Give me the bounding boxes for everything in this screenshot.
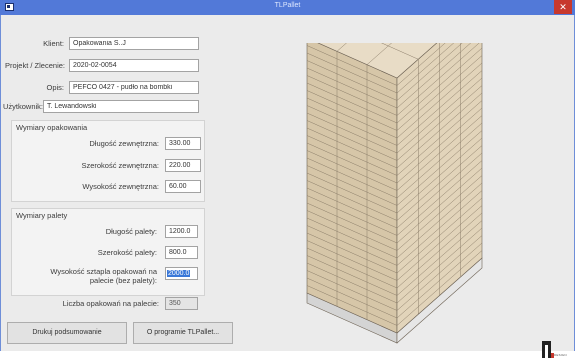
szerokosc-zewn-field[interactable] [165, 159, 201, 172]
projekt-field[interactable] [69, 59, 199, 72]
uzytkownik-field[interactable] [43, 100, 199, 113]
logo-mark-icon [542, 341, 551, 358]
drukuj-podsumowanie-button[interactable]: Drukuj podsumowanie [7, 322, 127, 344]
pallet-3d-render [306, 43, 483, 344]
dlugosc-palety-field[interactable] [165, 225, 198, 238]
logo-text: DESIGN [554, 353, 567, 357]
szerokosc-palety-field[interactable] [165, 246, 198, 259]
wysokosc-sztapla-label: Wysokość sztapla opakowań na palecie (be… [21, 267, 157, 285]
render-root [306, 43, 483, 344]
dlugosc-palety-label: Długość palety: [105, 227, 157, 236]
dlugosc-zewn-field[interactable] [165, 137, 201, 150]
close-button[interactable]: ✕ [554, 0, 572, 14]
main-window: Klient: Projekt / Zlecenie: Opis: Użytko… [0, 15, 575, 358]
liczba-opakowan-label: Liczba opakowań na palecie: [62, 299, 159, 308]
opis-field[interactable] [69, 81, 199, 94]
klient-label: Klient: [43, 39, 64, 48]
uzytkownik-label: Użytkownik: [3, 102, 44, 111]
wymiary-palety-title: Wymiary palety [16, 211, 68, 220]
szerokosc-palety-label: Szerokość palety: [97, 248, 157, 257]
wymiary-opakowania-title: Wymiary opakowania [16, 123, 88, 132]
wysokosc-sztapla-selected-text: 2000.0 [167, 270, 191, 277]
o-programie-button[interactable]: O programie TLPallet... [133, 322, 233, 344]
opis-label: Opis: [46, 83, 64, 92]
wysokosc-sztapla-field[interactable]: 2000.0 [165, 267, 198, 280]
wysokosc-zewn-field[interactable] [165, 180, 201, 193]
wysokosc-sztapla-label-line2: palecie (bez palety): [89, 276, 157, 285]
klient-field[interactable] [69, 37, 199, 50]
design-logo: DESIGN [542, 341, 568, 359]
szerokosc-zewn-label: Szerokość zewnętrzna: [81, 161, 159, 170]
wysokosc-sztapla-label-line1: Wysokość sztapla opakowań na [50, 267, 157, 276]
wysokosc-zewn-label: Wysokość zewnętrzna: [82, 182, 159, 191]
title-bar[interactable]: TLPallet ✕ [0, 0, 575, 15]
window-title: TLPallet [274, 2, 301, 9]
liczba-opakowan-field [165, 297, 198, 310]
projekt-label: Projekt / Zlecenie: [4, 61, 65, 70]
dlugosc-zewn-label: Długość zewnętrzna: [89, 139, 159, 148]
